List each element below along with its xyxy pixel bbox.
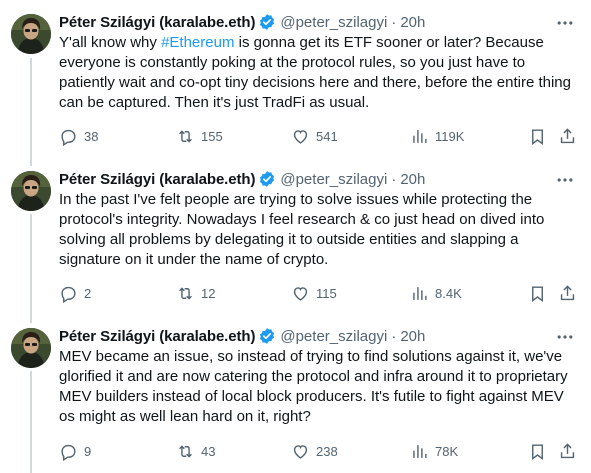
more-icon[interactable] (555, 170, 575, 190)
like-button[interactable]: 115 (291, 283, 337, 303)
reply-button[interactable]: 38 (59, 126, 98, 146)
avatar[interactable] (11, 171, 51, 211)
author-handle[interactable]: @peter_szilagyi (280, 14, 387, 31)
reply-icon (61, 444, 76, 461)
views-button[interactable]: 8.4K (410, 283, 462, 303)
share-button[interactable] (558, 441, 577, 461)
tweet[interactable]: Péter Szilágyi (karalabe.eth) @peter_szi… (0, 157, 591, 317)
timestamp[interactable]: 20h (400, 328, 425, 345)
avatar[interactable] (11, 14, 51, 54)
repost-button[interactable]: 43 (176, 441, 215, 461)
repost-button[interactable]: 155 (176, 126, 223, 146)
tweet-text: In the past I've felt people are trying … (59, 190, 579, 270)
action-bar: 2 12 115 8.4K (59, 283, 589, 303)
bookmark-icon (532, 443, 543, 460)
tweet-header: Péter Szilágyi (karalabe.eth) @peter_szi… (59, 325, 581, 347)
author-name[interactable]: Péter Szilágyi (karalabe.eth) (59, 171, 255, 188)
tweet-text-part: MEV became an issue, so instead of tryin… (59, 348, 568, 425)
share-icon (560, 284, 575, 300)
reply-icon (61, 129, 76, 146)
author-handle[interactable]: @peter_szilagyi (280, 171, 387, 188)
more-icon[interactable] (555, 327, 575, 347)
views-icon (413, 286, 427, 300)
repost-icon (179, 286, 192, 300)
tweet-header: Péter Szilágyi (karalabe.eth) @peter_szi… (59, 11, 581, 33)
reply-icon (61, 286, 76, 303)
like-count: 238 (316, 443, 338, 459)
views-button[interactable]: 78K (410, 441, 458, 461)
views-count: 8.4K (435, 285, 462, 301)
verified-badge-icon (260, 171, 275, 187)
reply-button[interactable]: 9 (59, 441, 91, 461)
author-handle[interactable]: @peter_szilagyi (280, 328, 387, 345)
bookmark-button[interactable] (528, 283, 547, 303)
repost-count: 43 (201, 443, 216, 459)
action-bar: 38 155 541 119K (59, 126, 589, 146)
verified-badge-icon (260, 328, 275, 344)
like-icon (293, 444, 308, 459)
tweet-text: Y'all know why #Ethereum is gonna get it… (59, 33, 579, 113)
action-bar: 9 43 238 78K (59, 441, 589, 461)
like-button[interactable]: 541 (291, 126, 338, 146)
repost-count: 12 (201, 285, 216, 301)
hashtag-link[interactable]: #Ethereum (161, 34, 234, 51)
repost-icon (179, 444, 192, 458)
views-count: 78K (435, 443, 459, 459)
avatar[interactable] (11, 328, 51, 368)
share-icon (560, 442, 575, 458)
reply-count: 2 (84, 285, 92, 301)
reply-count: 9 (84, 443, 92, 459)
reply-count: 38 (84, 128, 99, 144)
bookmark-button[interactable] (528, 126, 547, 146)
share-button[interactable] (558, 283, 577, 303)
tweet-text-part: Y'all know why (59, 34, 162, 51)
like-icon (293, 129, 308, 144)
reply-button[interactable]: 2 (59, 283, 91, 303)
more-icon[interactable] (555, 13, 575, 33)
share-icon (560, 127, 575, 143)
views-button[interactable]: 119K (410, 126, 464, 146)
author-name[interactable]: Péter Szilágyi (karalabe.eth) (59, 328, 255, 345)
views-icon (413, 129, 427, 143)
separator: · (391, 170, 397, 188)
tweet-text-part: In the past I've felt people are trying … (59, 191, 545, 268)
avatar-image (11, 328, 51, 368)
views-icon (413, 444, 427, 458)
repost-button[interactable]: 12 (176, 283, 215, 303)
views-count: 119K (435, 128, 465, 144)
like-count: 115 (316, 285, 337, 301)
bookmark-icon (532, 128, 543, 145)
tweet-text: MEV became an issue, so instead of tryin… (59, 347, 579, 427)
like-button[interactable]: 238 (291, 441, 338, 461)
tweet[interactable]: Péter Szilágyi (karalabe.eth) @peter_szi… (0, 0, 591, 160)
avatar-image (11, 171, 51, 211)
author-name[interactable]: Péter Szilágyi (karalabe.eth) (59, 14, 255, 31)
share-button[interactable] (558, 126, 577, 146)
repost-icon (179, 129, 192, 143)
verified-badge-icon (260, 14, 275, 30)
timestamp[interactable]: 20h (400, 171, 425, 188)
repost-count: 155 (201, 128, 223, 144)
timestamp[interactable]: 20h (400, 14, 425, 31)
tweet[interactable]: Péter Szilágyi (karalabe.eth) @peter_szi… (0, 314, 591, 473)
bookmark-icon (532, 285, 543, 302)
avatar-image (11, 14, 51, 54)
separator: · (391, 327, 397, 345)
like-count: 541 (316, 128, 338, 144)
tweet-header: Péter Szilágyi (karalabe.eth) @peter_szi… (59, 168, 581, 190)
separator: · (391, 13, 397, 31)
bookmark-button[interactable] (528, 441, 547, 461)
like-icon (293, 286, 308, 301)
